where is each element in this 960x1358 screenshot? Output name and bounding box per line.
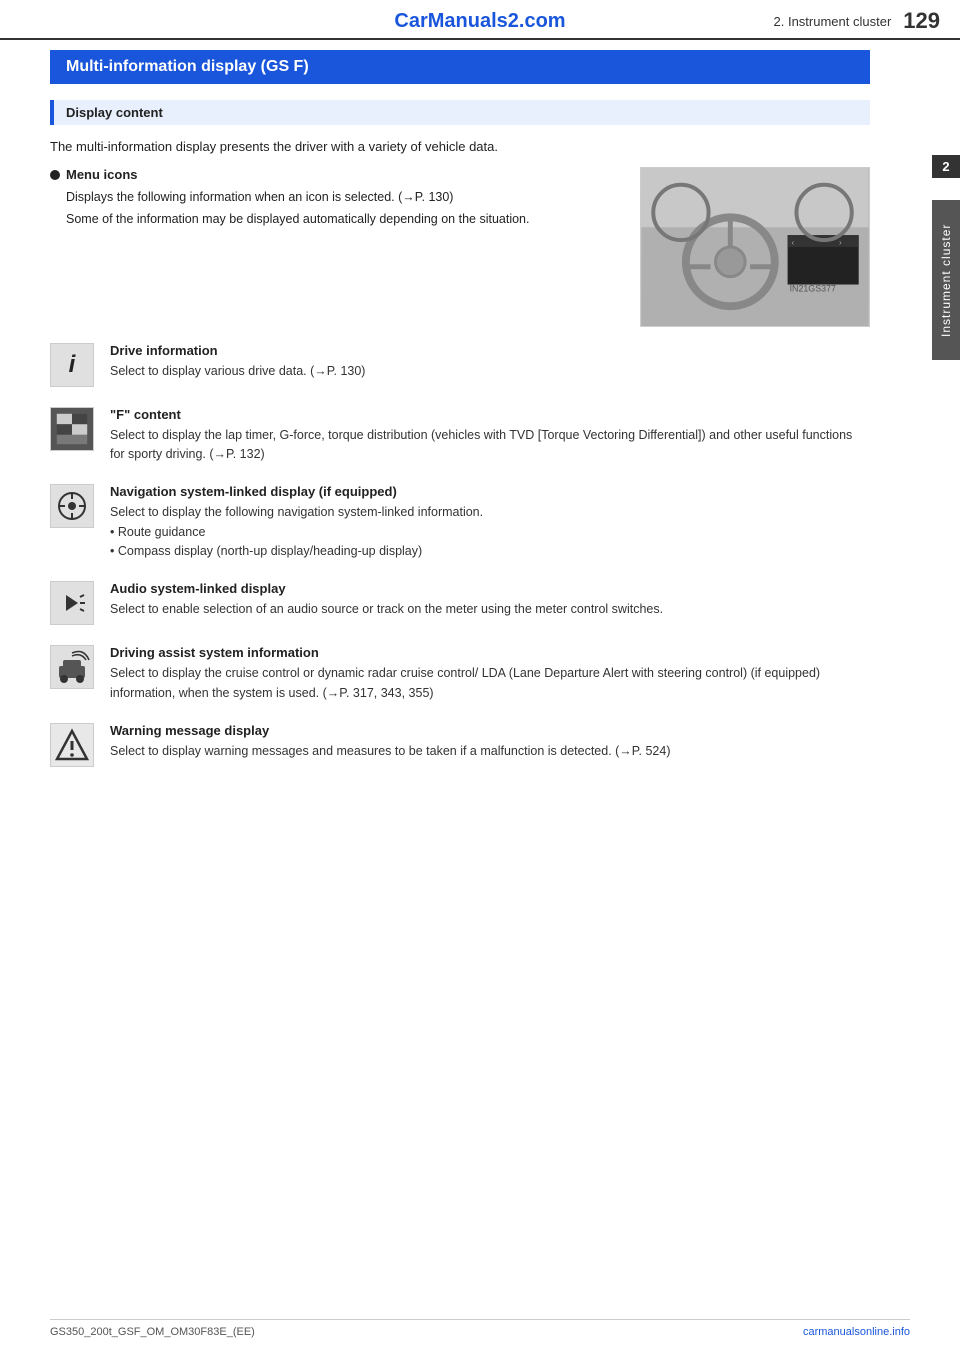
dashboard-svg: ‹ › IN21GS377	[640, 168, 870, 326]
section-title-bar: Multi-information display (GS F)	[50, 50, 870, 84]
dashboard-illustration: ‹ › IN21GS377	[641, 168, 869, 326]
icon-title-f-content: "F" content	[110, 407, 870, 422]
f-content-svg	[53, 409, 91, 449]
dashboard-image: ‹ › IN21GS377	[640, 167, 870, 327]
page-header: CarManuals2.com 2. Instrument cluster 12…	[0, 0, 960, 40]
icon-row-audio: Audio system-linked display Select to en…	[50, 581, 870, 625]
icon-row-text-drive-info: Drive information Select to display vari…	[110, 343, 870, 381]
svg-text:‹: ‹	[792, 238, 795, 247]
audio-icon-svg	[56, 587, 88, 619]
icon-row-drive-info: i Drive information Select to display va…	[50, 343, 870, 387]
icon-desc-driving-assist: Select to display the cruise control or …	[110, 664, 870, 703]
svg-text:IN21GS377: IN21GS377	[790, 283, 836, 293]
icon-row-text-audio: Audio system-linked display Select to en…	[110, 581, 870, 619]
icon-row-warning: Warning message display Select to displa…	[50, 723, 870, 767]
subsection-title: Display content	[50, 100, 870, 125]
icon-box-warning	[50, 723, 94, 767]
bullet-dot	[50, 170, 60, 180]
footer-website: carmanualsonline.info	[803, 1326, 910, 1338]
icon-desc-nav: Select to display the following navigati…	[110, 503, 870, 522]
svg-text:›: ›	[839, 238, 842, 247]
icon-desc-warning: Select to display warning messages and m…	[110, 742, 870, 761]
icon-title-driving-assist: Driving assist system information	[110, 645, 870, 660]
icon-row-driving-assist: Driving assist system information Select…	[50, 645, 870, 703]
icon-desc-nav-items: • Route guidance • Compass display (nort…	[110, 523, 870, 562]
section-label: 2. Instrument cluster	[774, 14, 892, 29]
intro-text: The multi-information display presents t…	[50, 137, 870, 157]
icon-desc-audio: Select to enable selection of an audio s…	[110, 600, 870, 619]
icon-row-nav: Navigation system-linked display (if equ…	[50, 484, 870, 561]
brand-logo: CarManuals2.com	[394, 10, 565, 33]
icon-desc-drive-info: Select to display various drive data. (→…	[110, 362, 870, 381]
icon-row-text-f-content: "F" content Select to display the lap ti…	[110, 407, 870, 465]
icon-row-f-content: "F" content Select to display the lap ti…	[50, 407, 870, 465]
section-number-tab: 2	[932, 155, 960, 178]
main-title: Multi-information display (GS F)	[66, 58, 309, 75]
icon-box-driving-assist	[50, 645, 94, 689]
menu-icons-text: Menu icons Displays the following inform…	[50, 167, 620, 327]
icon-title-warning: Warning message display	[110, 723, 870, 738]
icon-box-audio	[50, 581, 94, 625]
icon-box-nav	[50, 484, 94, 528]
icon-box-f-content	[50, 407, 94, 451]
icon-title-audio: Audio system-linked display	[110, 581, 870, 596]
menu-icons-section: Menu icons Displays the following inform…	[50, 167, 870, 327]
page-footer: GS350_200t_GSF_OM_OM30F83E_(EE) carmanua…	[50, 1319, 910, 1338]
menu-icons-label: Menu icons	[50, 167, 620, 182]
page-number: 129	[903, 8, 940, 34]
footer-model: GS350_200t_GSF_OM_OM30F83E_(EE)	[50, 1326, 255, 1338]
side-tab-instrument: Instrument cluster	[932, 200, 960, 360]
driving-assist-svg	[53, 648, 91, 686]
icon-title-nav: Navigation system-linked display (if equ…	[110, 484, 870, 499]
header-right: 2. Instrument cluster 129	[774, 8, 941, 34]
icon-desc-f-content: Select to display the lap timer, G-force…	[110, 426, 870, 465]
main-content: Multi-information display (GS F) Display…	[0, 40, 920, 817]
warning-icon-svg	[55, 728, 89, 762]
icon-box-drive-info: i	[50, 343, 94, 387]
icon-title-drive-info: Drive information	[110, 343, 870, 358]
icon-rows-container: i Drive information Select to display va…	[50, 343, 870, 768]
icon-row-text-warning: Warning message display Select to displa…	[110, 723, 870, 761]
icon-row-text-nav: Navigation system-linked display (if equ…	[110, 484, 870, 561]
icon-row-text-driving-assist: Driving assist system information Select…	[110, 645, 870, 703]
menu-icons-desc2: Some of the information may be displayed…	[66, 210, 620, 229]
nav-icon-svg	[56, 490, 88, 522]
menu-icons-desc1: Displays the following information when …	[66, 188, 620, 207]
